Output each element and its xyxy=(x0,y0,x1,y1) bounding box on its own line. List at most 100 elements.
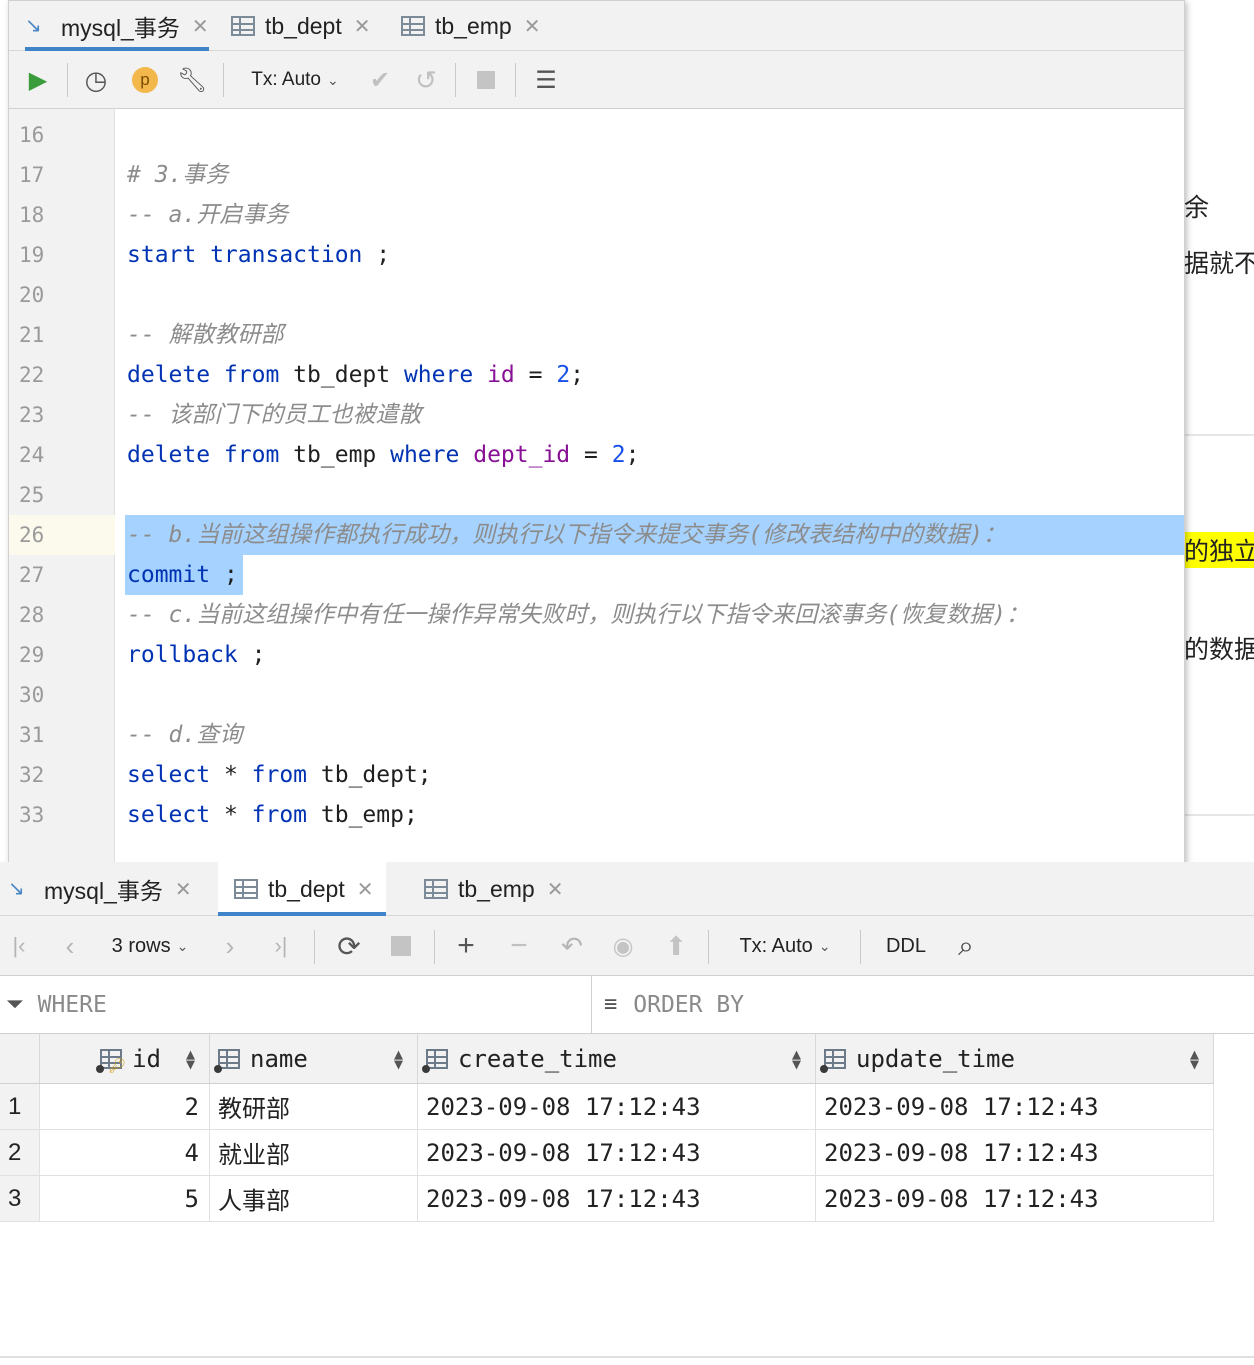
last-page-icon[interactable]: ›| xyxy=(266,916,296,976)
previous-page-icon[interactable]: ‹ xyxy=(56,916,84,976)
run-icon[interactable]: ▶ xyxy=(23,51,53,109)
table-icon xyxy=(424,879,448,899)
column-header-label: name xyxy=(250,1044,308,1073)
column-header-id[interactable]: 🔑︎ id ▲ ▼ xyxy=(40,1034,210,1084)
toolbar-separator xyxy=(314,930,315,964)
toolbar-separator xyxy=(223,63,224,97)
sql-number: 2 xyxy=(611,442,626,468)
chevron-down-icon: ⌄ xyxy=(176,937,189,954)
next-page-icon[interactable]: › xyxy=(216,916,244,976)
first-page-icon[interactable]: |‹ xyxy=(4,916,34,976)
cell-update-time[interactable]: 2023-09-08 17:12:43 xyxy=(816,1084,1214,1130)
sql-keyword: select xyxy=(127,762,211,788)
results-panel: ↘ mysql_事务 ✕ tb_dept ✕ tb_emp ✕ |‹ ‹ 3 r… xyxy=(0,862,1254,1365)
cell-name[interactable]: 教研部 xyxy=(210,1084,418,1130)
column-header-update-time[interactable]: update_time ▲ ▼ xyxy=(816,1034,1214,1084)
add-row-icon[interactable]: + xyxy=(450,916,482,976)
tab-mysql-console[interactable]: ↘ mysql_事务 ✕ xyxy=(25,1,209,51)
line-number: 29 xyxy=(19,643,45,667)
cell-id[interactable]: 4 xyxy=(40,1130,210,1176)
close-icon[interactable]: ✕ xyxy=(357,877,374,902)
rollback-icon[interactable]: ↺ xyxy=(411,51,441,109)
code-line: 24 delete from tb_emp where dept_id = 2; xyxy=(9,435,1184,475)
sql-text: = xyxy=(570,442,612,468)
tab-label: tb_emp xyxy=(435,12,512,39)
line-number: 32 xyxy=(19,763,45,787)
sql-text: tb_emp xyxy=(279,442,391,468)
row-number[interactable]: 2 xyxy=(0,1130,40,1176)
cell-id[interactable]: 2 xyxy=(40,1084,210,1130)
sort-arrows-icon[interactable]: ▲ ▼ xyxy=(394,1046,403,1071)
tab-label: tb_emp xyxy=(458,875,535,902)
cell-create-time[interactable]: 2023-09-08 17:12:43 xyxy=(418,1176,816,1222)
close-icon[interactable]: ✕ xyxy=(524,14,541,39)
cell-id[interactable]: 5 xyxy=(40,1176,210,1222)
chevron-down-icon: ⌄ xyxy=(818,937,831,954)
tab-tb-emp[interactable]: tb_emp ✕ xyxy=(424,862,563,916)
row-number[interactable]: 3 xyxy=(0,1176,40,1222)
line-number: 33 xyxy=(19,803,45,827)
line-number: 22 xyxy=(19,363,45,387)
mysql-console-icon: ↘ xyxy=(25,15,42,37)
code-line: 23 -- 该部门下的员工也被遣散 xyxy=(9,395,1184,435)
stop-icon[interactable] xyxy=(386,916,416,976)
line-number: 28 xyxy=(19,603,45,627)
line-number: 23 xyxy=(19,403,45,427)
code-line: 22 delete from tb_dept where id = 2; xyxy=(9,355,1184,395)
cell-name[interactable]: 人事部 xyxy=(210,1176,418,1222)
sql-text: ; xyxy=(237,642,266,668)
line-number: 16 xyxy=(19,123,45,147)
close-icon[interactable]: ✕ xyxy=(354,14,371,39)
close-icon[interactable]: ✕ xyxy=(547,877,564,902)
sort-arrows-icon[interactable]: ▲ ▼ xyxy=(1190,1046,1199,1071)
editor-tab-bar: ↘ mysql_事务 ✕ tb_dept ✕ tb_emp ✕ xyxy=(9,1,1184,51)
column-header-name[interactable]: name ▲ ▼ xyxy=(210,1034,418,1084)
ddl-button[interactable]: DDL xyxy=(876,916,936,976)
primary-key-column-icon: 🔑︎ xyxy=(96,1048,126,1073)
cell-update-time[interactable]: 2023-09-08 17:12:43 xyxy=(816,1176,1214,1222)
results-toolbar: |‹ ‹ 3 rows ⌄ › ›| ⟳ + − ↶ ◉ ⬆ Tx: Auto … xyxy=(0,916,1254,976)
code-area[interactable]: 16 17 # 3.事务 18 -- a.开启事务 19 start transact… xyxy=(9,109,1184,863)
cell-name[interactable]: 就业部 xyxy=(210,1130,418,1176)
search-icon[interactable]: ⌕ xyxy=(948,916,984,976)
preview-changes-icon[interactable]: ◉ xyxy=(606,916,640,976)
toolbar-separator xyxy=(434,930,435,964)
tab-tb-dept[interactable]: tb_dept ✕ xyxy=(218,862,386,916)
line-number: 17 xyxy=(19,163,45,187)
submit-icon[interactable]: ⬆ xyxy=(660,916,692,976)
transaction-mode-dropdown[interactable]: Tx: Auto ⌄ xyxy=(730,916,840,976)
output-layout-icon[interactable]: ☰ xyxy=(531,51,561,109)
sort-arrows-icon[interactable]: ▲ ▼ xyxy=(792,1046,801,1071)
close-icon[interactable]: ✕ xyxy=(175,877,192,902)
history-icon[interactable]: ◷ xyxy=(81,51,111,109)
delete-row-icon[interactable]: − xyxy=(504,916,534,976)
cell-create-time[interactable]: 2023-09-08 17:12:43 xyxy=(418,1130,816,1176)
sort-arrows-icon[interactable]: ▲ ▼ xyxy=(186,1046,195,1071)
close-icon[interactable]: ✕ xyxy=(192,14,209,39)
row-number[interactable]: 1 xyxy=(0,1084,40,1130)
wrench-icon[interactable]: 🔧︎ xyxy=(177,51,207,109)
order-by-filter[interactable]: ≡ ORDER BY xyxy=(592,976,1254,1034)
cell-create-time[interactable]: 2023-09-08 17:12:43 xyxy=(418,1084,816,1130)
commit-check-icon[interactable]: ✔ xyxy=(365,51,395,109)
tab-tb-emp[interactable]: tb_emp ✕ xyxy=(401,1,540,51)
line-number: 31 xyxy=(19,723,45,747)
filter-icon: ⏷ xyxy=(6,992,24,1017)
parameters-button[interactable]: p xyxy=(131,51,159,109)
tab-tb-dept[interactable]: tb_dept ✕ xyxy=(231,1,371,51)
column-icon xyxy=(214,1048,240,1073)
refresh-icon[interactable]: ⟳ xyxy=(332,916,366,976)
order-by-label: ORDER BY xyxy=(633,991,745,1018)
stop-icon[interactable] xyxy=(471,51,501,109)
where-filter[interactable]: ⏷ WHERE xyxy=(0,976,592,1034)
comment-text: -- 该部门下的员工也被遣散 xyxy=(127,402,422,428)
cell-update-time[interactable]: 2023-09-08 17:12:43 xyxy=(816,1130,1214,1176)
revert-icon[interactable]: ↶ xyxy=(556,916,588,976)
transaction-mode-dropdown[interactable]: Tx: Auto ⌄ xyxy=(247,51,343,109)
bg-text-fragment: 据就不 xyxy=(1184,249,1254,278)
column-header-create-time[interactable]: create_time ▲ ▼ xyxy=(418,1034,816,1084)
tab-mysql-console[interactable]: ↘ mysql_事务 ✕ xyxy=(8,862,192,916)
transaction-mode-label: Tx: Auto xyxy=(739,934,813,957)
rows-count-dropdown[interactable]: 3 rows ⌄ xyxy=(100,916,200,976)
